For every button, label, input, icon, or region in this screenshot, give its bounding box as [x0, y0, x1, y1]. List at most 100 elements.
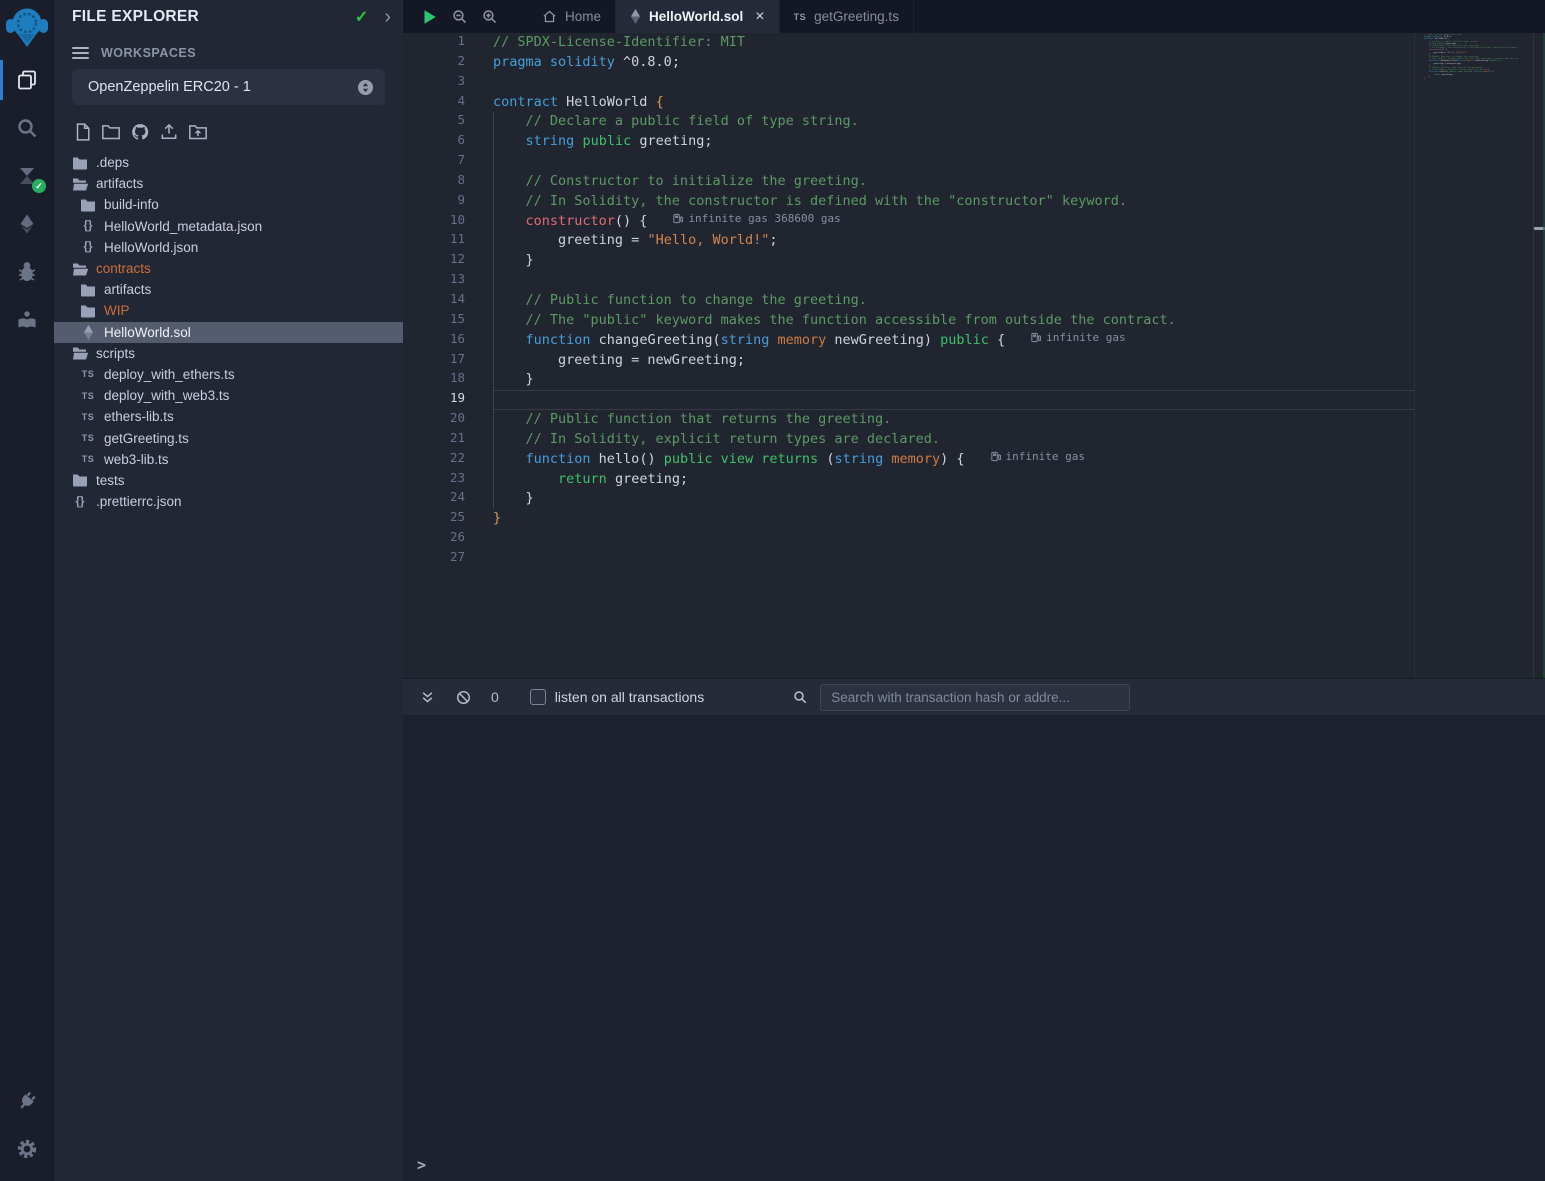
transaction-search-input[interactable]: [820, 684, 1130, 711]
search-icon[interactable]: [0, 104, 54, 152]
tab-getgreeting-ts[interactable]: TSgetGreeting.ts: [780, 0, 914, 33]
explorer-toolbar: [72, 121, 208, 145]
code-line-3: [493, 73, 1425, 93]
gas-estimate-annotation: infinite gas: [1031, 331, 1125, 344]
workspaces-menu-icon[interactable]: [72, 47, 89, 59]
tree-item-deploy-with-ethers-ts[interactable]: TSdeploy_with_ethers.ts: [54, 364, 403, 385]
debugger-icon[interactable]: [0, 248, 54, 296]
run-script-icon[interactable]: [420, 8, 438, 26]
tree-item-label: artifacts: [96, 176, 143, 191]
solidity-icon: [79, 325, 97, 340]
terminal-collapse-icon[interactable]: [420, 690, 435, 705]
line-number-3: 3: [403, 73, 465, 93]
tree-item-label: HelloWorld_metadata.json: [104, 219, 262, 234]
remix-logo-icon[interactable]: [3, 3, 51, 51]
code-line-10: constructor() {infinite gas 368600 gas: [493, 212, 1425, 232]
code-line-17: greeting = newGreeting;: [493, 351, 1425, 371]
deploy-and-run-icon[interactable]: [0, 200, 54, 248]
tab-home[interactable]: Home: [528, 0, 616, 33]
tree-item-build-info[interactable]: build-info: [54, 194, 403, 215]
tree-item-label: ethers-lib.ts: [104, 409, 174, 424]
tab-helloworld-sol[interactable]: HelloWorld.sol×: [616, 0, 780, 33]
listen-transactions-checkbox[interactable]: [530, 689, 546, 705]
tree-item-artifacts[interactable]: artifacts: [54, 173, 403, 194]
tree-item-helloworld-json[interactable]: {}HelloWorld.json: [54, 237, 403, 258]
code-line-19: [493, 390, 1425, 410]
file-explorer-icon[interactable]: [0, 56, 54, 104]
listen-transactions-label[interactable]: listen on all transactions: [555, 689, 704, 705]
code-line-1: // SPDX-License-Identifier: MIT: [493, 33, 1425, 53]
tree-item--prettierrc-json[interactable]: {}.prettierrc.json: [54, 491, 403, 512]
new-folder-icon[interactable]: [101, 121, 121, 143]
remix-ide-window: ✓: [0, 0, 1545, 1181]
solidity-compiler-icon[interactable]: ✓: [0, 152, 54, 200]
code-line-4: contract HelloWorld {: [493, 93, 1425, 113]
tree-item-web3-lib-ts[interactable]: TSweb3-lib.ts: [54, 449, 403, 470]
line-number-24: 24: [403, 489, 465, 509]
tree-item--deps[interactable]: .deps: [54, 152, 403, 173]
tree-item-scripts[interactable]: scripts: [54, 343, 403, 364]
line-number-10: 10: [403, 212, 465, 232]
folder-closed-icon: [79, 304, 97, 318]
line-number-6: 6: [403, 132, 465, 152]
tab-label: getGreeting.ts: [814, 9, 899, 24]
tree-item-deploy-with-web3-ts[interactable]: TSdeploy_with_web3.ts: [54, 385, 403, 406]
settings-gear-icon[interactable]: [0, 1125, 54, 1173]
tree-item-label: deploy_with_web3.ts: [104, 388, 229, 403]
code-line-20: // Public function that returns the gree…: [493, 410, 1425, 430]
workspace-ok-check-icon: ✓: [355, 7, 368, 27]
new-file-icon[interactable]: [72, 121, 92, 143]
tree-item-ethers-lib-ts[interactable]: TSethers-lib.ts: [54, 406, 403, 427]
code-line-9: // In Solidity, the constructor is defin…: [493, 192, 1425, 212]
tree-item-contracts[interactable]: contracts: [54, 258, 403, 279]
workspace-select[interactable]: OpenZeppelin ERC20 - 1: [72, 69, 385, 105]
line-number-25: 25: [403, 509, 465, 529]
minimap[interactable]: // SPDX-License-Identifier: MITpragma so…: [1424, 34, 1518, 80]
panel-collapse-chevron-icon[interactable]: ›: [384, 7, 391, 27]
line-number-11: 11: [403, 231, 465, 251]
json-icon: {}: [71, 496, 89, 508]
json-icon: {}: [79, 220, 97, 232]
terminal-panel[interactable]: >: [403, 715, 1545, 1181]
code-editor[interactable]: 1234567891011121314151617181920212223242…: [403, 33, 1545, 678]
code-line-27: [493, 549, 1425, 569]
folder-open-icon: [71, 177, 89, 191]
line-number-26: 26: [403, 529, 465, 549]
code-line-16: function changeGreeting(string memory ne…: [493, 331, 1425, 351]
gas-estimate-annotation: infinite gas: [991, 450, 1085, 463]
zoom-in-icon[interactable]: [481, 8, 498, 25]
tree-item-wip[interactable]: WIP: [54, 300, 403, 321]
main-area: HomeHelloWorld.sol×TSgetGreeting.ts 1234…: [403, 0, 1545, 1181]
line-number-5: 5: [403, 112, 465, 132]
zoom-out-icon[interactable]: [451, 8, 468, 25]
line-number-gutter: 1234567891011121314151617181920212223242…: [403, 33, 493, 569]
tree-item-helloworld-sol[interactable]: HelloWorld.sol: [54, 322, 403, 343]
learneth-icon[interactable]: [0, 296, 54, 344]
code-line-8: // Constructor to initialize the greetin…: [493, 172, 1425, 192]
tree-item-helloworld-metadata-json[interactable]: {} HelloWorld_metadata.json: [54, 216, 403, 237]
editor-tabstrip: HomeHelloWorld.sol×TSgetGreeting.ts: [403, 0, 1545, 33]
tree-item-label: artifacts: [104, 282, 151, 297]
code-line-25: }: [493, 509, 1425, 529]
folder-closed-icon: [79, 283, 97, 297]
clone-github-icon[interactable]: [130, 121, 150, 143]
tree-item-artifacts[interactable]: artifacts: [54, 279, 403, 300]
line-number-18: 18: [403, 370, 465, 390]
upload-file-icon[interactable]: [159, 121, 179, 143]
line-number-21: 21: [403, 430, 465, 450]
clear-console-icon[interactable]: [455, 689, 472, 706]
upload-folder-icon[interactable]: [188, 121, 208, 143]
scrollbar-rail[interactable]: [1533, 33, 1534, 678]
tree-item-tests[interactable]: tests: [54, 470, 403, 491]
tree-item-label: build-info: [104, 197, 159, 212]
folder-closed-icon: [71, 473, 89, 487]
plugin-manager-icon[interactable]: [0, 1077, 54, 1125]
folder-closed-icon: [79, 198, 97, 212]
workspaces-label: WORKSPACES: [101, 46, 196, 60]
tree-item-getgreeting-ts[interactable]: TSgetGreeting.ts: [54, 427, 403, 448]
code-line-7: [493, 152, 1425, 172]
folder-closed-icon: [71, 156, 89, 170]
line-number-14: 14: [403, 291, 465, 311]
line-number-12: 12: [403, 251, 465, 271]
close-tab-icon[interactable]: ×: [755, 8, 764, 26]
